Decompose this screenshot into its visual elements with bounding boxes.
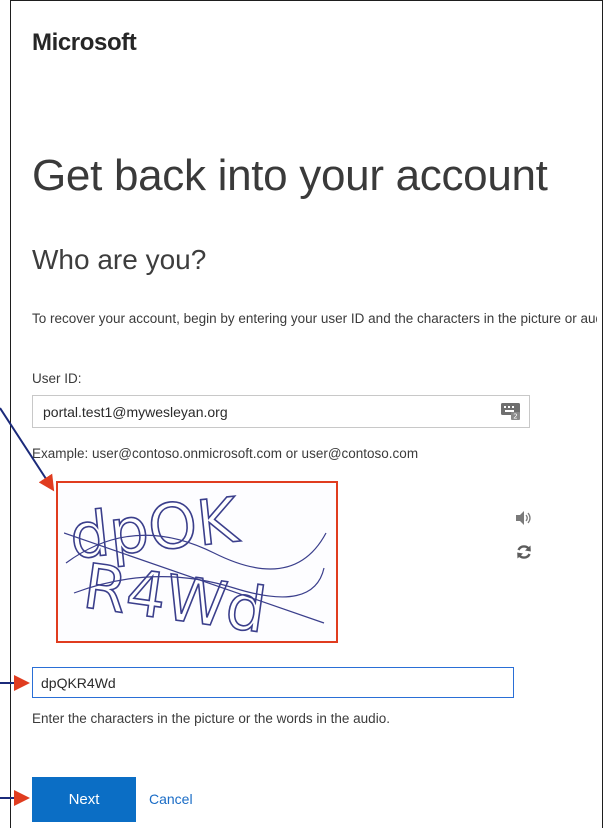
keyboard-icon: 2	[501, 403, 520, 420]
captcha-text-line-2: R4Wd	[79, 549, 271, 633]
speaker-icon[interactable]	[516, 511, 532, 525]
captcha-help-text: Enter the characters in the picture or t…	[32, 711, 390, 726]
page-frame: Microsoft Get back into your account Who…	[10, 0, 603, 828]
userid-input[interactable]	[33, 396, 483, 427]
page-title: Get back into your account	[32, 151, 548, 200]
svg-text:2: 2	[513, 413, 517, 421]
captcha-image: dpOK R4Wd	[64, 493, 327, 633]
cancel-link[interactable]: Cancel	[149, 791, 193, 807]
refresh-icon[interactable]	[516, 544, 532, 560]
userid-label: User ID:	[32, 371, 82, 386]
userid-field[interactable]: 2	[32, 395, 530, 428]
page-subtitle: Who are you?	[32, 244, 207, 275]
intro-text: To recover your account, begin by enteri…	[32, 311, 597, 326]
next-button[interactable]: Next	[32, 777, 136, 822]
brand-logo: Microsoft	[32, 29, 137, 56]
captcha-input[interactable]	[32, 667, 514, 698]
userid-example: Example: user@contoso.onmicrosoft.com or…	[32, 446, 419, 461]
captcha-image-annotation: dpOK R4Wd	[56, 481, 338, 643]
